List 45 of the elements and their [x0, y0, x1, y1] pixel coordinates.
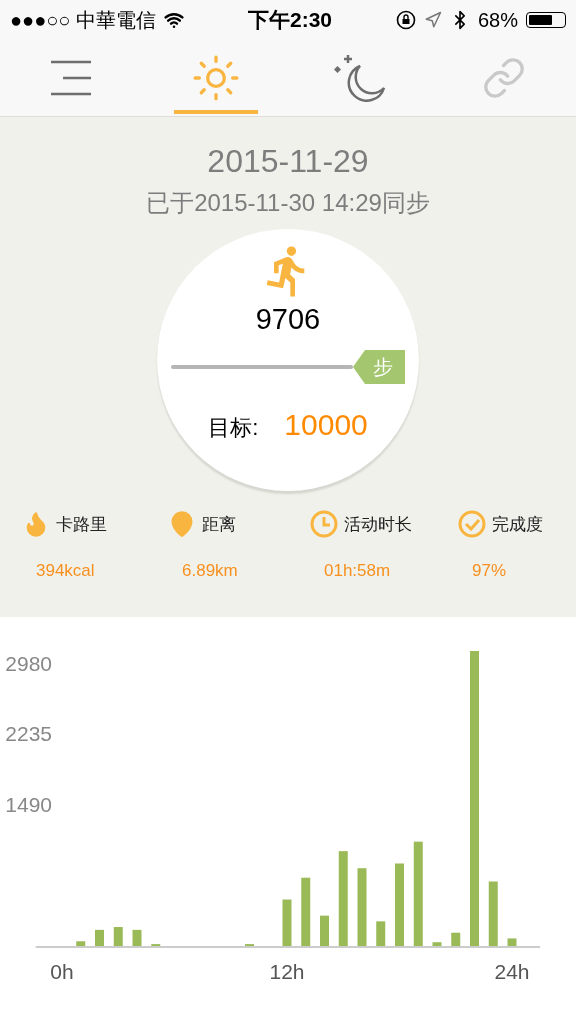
chart-bar	[76, 941, 86, 946]
stat-label: 活动时长	[344, 513, 412, 536]
chart-bar	[432, 942, 442, 946]
menu-icon	[51, 60, 93, 96]
goal-value: 10000	[284, 408, 368, 442]
axis-label: 12h	[269, 960, 305, 983]
chart-bar	[132, 929, 142, 946]
moon-icon	[334, 54, 386, 102]
stat-value: 6.89km	[181, 561, 239, 581]
axis-label: 2980	[5, 651, 52, 675]
stat-label: 距离	[202, 513, 236, 536]
axis-label: 1490	[5, 793, 52, 817]
check-icon	[458, 510, 486, 538]
sun-icon	[191, 53, 241, 103]
axis-label: 0h	[50, 960, 74, 983]
chart-bar	[301, 877, 311, 946]
goal-label: 目标:	[208, 414, 259, 442]
clock-time: 下午2:30	[247, 7, 332, 33]
axis-label: 2235	[5, 722, 52, 746]
chart-bar	[451, 932, 461, 946]
stat-label: 完成度	[492, 513, 543, 536]
carrier-text: ●●●○○ 中華電信	[10, 7, 156, 33]
chart-bar	[376, 921, 386, 946]
stat-value: 01h:58m	[323, 561, 392, 581]
chart-bar	[95, 929, 104, 946]
stat-value: 394kcal	[35, 561, 96, 581]
battery-percent: 68%	[477, 8, 518, 32]
chart-bar	[282, 899, 292, 946]
battery-icon	[526, 12, 566, 28]
step-count: 9706	[255, 303, 321, 336]
wifi-icon	[163, 10, 184, 30]
link-icon	[482, 56, 526, 100]
axis-label: 24h	[494, 960, 530, 983]
date-title: 2015-11-29	[207, 142, 369, 181]
rotation-lock-icon	[395, 10, 416, 30]
location-icon	[423, 11, 442, 29]
stat-value: 97%	[471, 561, 508, 581]
chart-bar	[113, 927, 123, 946]
stat-label: 卡路里	[56, 513, 107, 536]
chart-bar	[320, 915, 329, 946]
sync-status: 已于2015-11-30 14:29同步	[146, 188, 430, 218]
chart-bar	[507, 938, 517, 946]
unit-tag: 步	[353, 350, 405, 384]
clock-icon	[310, 510, 338, 538]
chart-bar	[488, 881, 498, 946]
